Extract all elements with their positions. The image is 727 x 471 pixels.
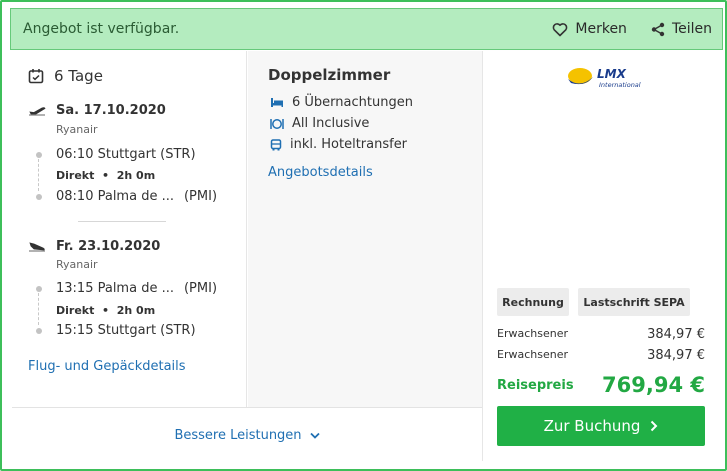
payment-method-badge: Lastschrift SEPA <box>578 288 690 316</box>
better-services-toggle[interactable]: Bessere Leistungen <box>174 427 320 443</box>
total-price-value: 769,94 € <box>602 373 705 397</box>
flight-divider <box>78 221 166 222</box>
room-feature: 6 Übernachtungen <box>270 95 413 110</box>
return-departure: 13:15 Palma de ... (PMI) <box>36 281 217 296</box>
outbound-direct-label: Direkt <box>56 169 95 182</box>
trip-duration-text: 6 Tage <box>54 67 103 85</box>
operator-logo-mark: LMX International <box>568 67 641 89</box>
outbound-arrival-text: 08:10 Palma de ... <box>56 189 174 204</box>
trip-duration: 6 Tage <box>28 67 103 85</box>
room-column: Doppelzimmer 6 Übernachtungen All Inclus… <box>248 51 481 407</box>
return-direct-info: Direkt • 2h 0m <box>56 304 156 317</box>
offer-details-link[interactable]: Angebotsdetails <box>268 165 373 180</box>
outbound-duration: 2h 0m <box>116 169 156 182</box>
return-departure-text: 13:15 Palma de ... <box>56 281 174 296</box>
booking-button-label: Zur Buchung <box>543 417 641 435</box>
price-row-amount: 384,97 € <box>647 348 705 363</box>
flight-column: 6 Tage Sa. 17.10.2020 Ryanair 06:10 Stut… <box>12 51 247 407</box>
share-button[interactable]: Teilen <box>651 21 712 37</box>
availability-text: Angebot ist verfügbar. <box>23 21 180 37</box>
banner-actions: Merken Teilen <box>552 21 712 37</box>
timeline-dot <box>36 193 42 200</box>
return-direct-label: Direkt <box>56 304 95 317</box>
share-icon <box>651 22 665 36</box>
share-label: Teilen <box>671 21 712 37</box>
return-departure-code: (PMI) <box>183 281 218 296</box>
return-date: Fr. 23.10.2020 <box>56 239 161 254</box>
flight-details-link[interactable]: Flug- und Gepäckdetails <box>28 359 186 374</box>
room-feature-text: All Inclusive <box>292 116 370 131</box>
return-duration: 2h 0m <box>116 304 156 317</box>
room-feature-text: 6 Übernachtungen <box>292 95 413 110</box>
timeline-dot <box>36 285 42 292</box>
offer-card: Angebot ist verfügbar. Merken Teilen 6 T… <box>0 0 727 471</box>
return-arrival: 15:15 Stuttgart (STR) <box>36 323 196 338</box>
timeline-dot <box>36 151 42 158</box>
timeline-dot <box>36 327 42 334</box>
save-button[interactable]: Merken <box>552 21 627 37</box>
outbound-arrival-code: (PMI) <box>183 189 218 204</box>
return-arrival-text: 15:15 Stuttgart (STR) <box>56 323 196 338</box>
better-services-bar: Bessere Leistungen <box>12 407 482 462</box>
price-column: LMX International Rechnung Lastschrift S… <box>482 51 719 461</box>
chevron-right-icon <box>651 420 658 432</box>
landing-icon <box>29 241 45 251</box>
timeline-line <box>38 293 39 325</box>
price-row-amount: 384,97 € <box>647 327 705 342</box>
heart-icon <box>553 22 568 36</box>
room-feature: All Inclusive <box>270 116 369 131</box>
room-title: Doppelzimmer <box>268 66 391 84</box>
calendar-icon <box>28 69 44 84</box>
payment-method-badge: Rechnung <box>497 288 569 316</box>
meal-icon <box>270 118 284 129</box>
room-feature-text: inkl. Hoteltransfer <box>290 137 408 152</box>
operator-logo-subtext: International <box>599 81 641 89</box>
better-services-label: Bessere Leistungen <box>174 427 302 443</box>
save-label: Merken <box>575 21 627 37</box>
booking-button[interactable]: Zur Buchung <box>497 406 705 446</box>
outbound-date: Sa. 17.10.2020 <box>56 103 166 118</box>
room-feature: inkl. Hoteltransfer <box>270 137 407 152</box>
return-airline: Ryanair <box>56 258 98 271</box>
return-header: Fr. 23.10.2020 <box>28 239 160 254</box>
takeoff-icon <box>29 106 46 115</box>
availability-banner: Angebot ist verfügbar. Merken Teilen <box>10 8 723 50</box>
bed-icon <box>271 98 283 107</box>
price-row: Erwachsener 384,97 € <box>497 348 705 363</box>
outbound-departure-text: 06:10 Stuttgart (STR) <box>56 147 196 162</box>
outbound-arrival: 08:10 Palma de ... (PMI) <box>36 189 217 204</box>
chevron-down-icon <box>309 432 320 439</box>
total-price-label: Reisepreis <box>497 377 574 393</box>
timeline-line <box>38 159 39 191</box>
operator-logo-text: LMX <box>597 67 627 81</box>
operator-logo: LMX International <box>565 63 641 93</box>
price-row-label: Erwachsener <box>497 348 568 361</box>
outbound-direct-info: Direkt • 2h 0m <box>56 169 156 182</box>
outbound-header: Sa. 17.10.2020 <box>28 103 166 118</box>
outbound-departure: 06:10 Stuttgart (STR) <box>36 147 196 162</box>
outbound-airline: Ryanair <box>56 123 98 136</box>
price-row-label: Erwachsener <box>497 327 568 340</box>
bus-icon <box>270 138 282 150</box>
total-price: Reisepreis 769,94 € <box>497 373 705 397</box>
price-row: Erwachsener 384,97 € <box>497 327 705 342</box>
